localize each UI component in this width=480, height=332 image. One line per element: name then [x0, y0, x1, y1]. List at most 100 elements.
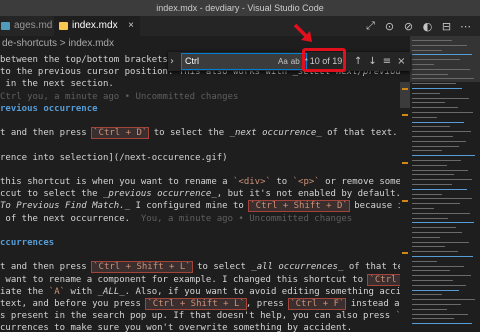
pointer-arrow-icon	[293, 23, 312, 42]
find-match: `Ctrl + Shift + L`	[91, 261, 193, 274]
minimap-line	[412, 280, 453, 281]
minimap-line	[412, 188, 467, 190]
minimap-line	[412, 102, 445, 104]
minimap-line	[412, 251, 458, 253]
minimap-line	[412, 64, 434, 65]
toggle-replace-icon[interactable]: ›	[170, 52, 180, 71]
minimap-line	[412, 203, 460, 205]
minimap-line	[412, 323, 472, 325]
line-text: of the next occurrence.	[0, 213, 141, 224]
editor-line[interactable]: of the next occurrence. You, a minute ag…	[0, 212, 352, 227]
minimap-line	[412, 313, 468, 315]
close-tab-icon[interactable]: ×	[128, 16, 134, 36]
whole-word-icon[interactable]: ab	[291, 57, 300, 66]
previous-match-icon[interactable]: ↑	[354, 56, 362, 67]
next-match-icon[interactable]: ↓	[368, 56, 376, 67]
line-text: ccurrences	[0, 238, 55, 248]
minimap-line	[412, 208, 434, 209]
find-input[interactable]: Ctrl Aa ab .*	[181, 53, 308, 70]
editor-text-area[interactable]: between the top/bottom brackets, an to th…	[0, 52, 410, 332]
minimap-line	[412, 112, 473, 113]
match-case-icon[interactable]: Aa	[278, 57, 288, 66]
line-text: , press	[245, 299, 290, 309]
split-editor-icon[interactable]: ⊟	[440, 20, 453, 33]
line-text: revious occurrence	[0, 103, 98, 114]
minimap-line	[412, 78, 474, 80]
line-text: of that text.	[327, 128, 398, 139]
compare-icon[interactable]: ⤢	[364, 19, 377, 33]
line-text: s present in the search pop up. If that …	[0, 311, 396, 322]
line-text: in the next section.	[0, 79, 114, 90]
find-match: `Ctrl + Shift + L`	[145, 298, 247, 310]
minimap[interactable]	[410, 36, 480, 332]
minimap-line	[412, 68, 470, 70]
copilot-icon[interactable]: ⊙	[383, 20, 396, 33]
editor-scrollbar[interactable]	[400, 52, 410, 332]
tab-index-mdx[interactable]: index.mdx ×	[54, 16, 140, 36]
find-match-marker	[402, 114, 408, 116]
find-in-selection-icon[interactable]: ≡	[383, 56, 391, 67]
editor-line[interactable]: rence into selection](/next-occurence.gi…	[0, 151, 228, 166]
minimap-line	[412, 236, 440, 238]
minimap-line	[412, 184, 452, 185]
minimap-line	[412, 131, 471, 133]
editor-line[interactable]: ccurrences	[0, 236, 54, 251]
minimap-line	[412, 107, 458, 109]
minimap-line	[412, 193, 442, 195]
find-input-value: Ctrl	[185, 56, 199, 66]
editor-actions: ⤢ ⊙ ⊘ ◐ ⊟ ⋯	[364, 16, 480, 36]
line-text: _next occurrence_	[229, 128, 322, 139]
close-find-icon[interactable]: ×	[397, 56, 405, 67]
editor-line[interactable]: t and then press `Ctrl + D` to select th…	[0, 126, 410, 141]
minimap-line	[412, 49, 442, 51]
minimap-line	[412, 121, 464, 123]
line-text: _all occurrences_	[251, 262, 344, 273]
find-widget: › Ctrl Aa ab .* 10 of 19 ↑ ↓ ≡ ×	[168, 52, 410, 71]
preview-icon[interactable]: ◐	[421, 20, 434, 33]
minimap-line	[412, 304, 461, 305]
line-text: or remove some double-quotes.	[325, 177, 410, 187]
line-text: To Previous Find Match._	[0, 201, 131, 212]
mdx-file-icon	[59, 22, 68, 30]
line-text: with	[65, 286, 98, 297]
line-text: _previous occurrence_	[102, 189, 217, 200]
minimap-line	[412, 160, 461, 161]
result-count-highlight-box	[302, 48, 346, 72]
minimap-line	[412, 92, 440, 94]
scrollbar-thumb[interactable]	[400, 82, 410, 108]
minimap-line	[412, 150, 442, 152]
editor-line[interactable]: revious occurrence	[0, 102, 98, 117]
line-text: I configured mine to	[130, 201, 250, 212]
minimap-line	[412, 73, 448, 75]
editor-line[interactable]: currences to make sure you won't overwri…	[0, 321, 352, 332]
minimap-line	[412, 59, 460, 61]
minimap-line	[412, 198, 472, 200]
minimap-line	[412, 97, 469, 99]
minimap-line	[412, 126, 450, 128]
line-text: t and then press	[0, 262, 93, 273]
minimap-line	[412, 54, 472, 56]
minimap-line	[412, 88, 462, 89]
find-match-marker	[402, 88, 408, 90]
minimap-line	[412, 308, 447, 310]
line-text: , but it's not enabled by default. It's …	[216, 189, 410, 200]
git-icon[interactable]: ⊘	[402, 20, 415, 33]
find-match-marker	[402, 252, 408, 254]
minimap-line	[412, 232, 462, 233]
minimap-line	[412, 83, 456, 85]
minimap-line	[412, 44, 467, 46]
more-actions-icon[interactable]: ⋯	[459, 20, 472, 33]
minimap-line	[412, 116, 437, 118]
line-text: to select the	[148, 128, 230, 139]
line-text: currences to make sure you won't overwri…	[0, 323, 353, 332]
minimap-line	[412, 270, 450, 272]
markdown-file-icon	[1, 22, 10, 30]
tab-pages-md[interactable]: ages.md	[0, 16, 54, 36]
line-text: to	[270, 177, 293, 187]
breadcrumb[interactable]: de-shortcuts > index.mdx	[0, 36, 410, 52]
minimap-line	[412, 174, 454, 176]
minimap-line	[412, 260, 437, 262]
minimap-line	[412, 241, 469, 243]
find-match: `Ctrl + D`	[91, 127, 150, 140]
minimap-line	[412, 284, 466, 286]
